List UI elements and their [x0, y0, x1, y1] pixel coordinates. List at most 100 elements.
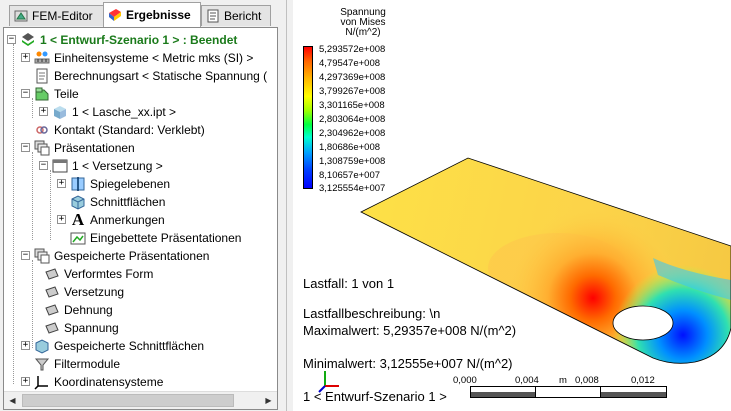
tree-item-sections[interactable]: Schnittflächen — [70, 193, 165, 211]
window-icon — [52, 158, 68, 174]
tree-item-label: 1 < Lasche_xx.ipt > — [72, 105, 177, 119]
tree-item-embedded[interactable]: Eingebettete Präsentationen — [70, 229, 241, 247]
collapse-toggle[interactable]: − — [7, 35, 16, 44]
collapse-toggle[interactable]: − — [39, 161, 48, 170]
tree-item-label: Koordinatensysteme — [54, 375, 164, 389]
expand-toggle[interactable]: + — [39, 107, 48, 116]
tab-results[interactable]: Ergebnisse — [103, 2, 201, 27]
saved-sections-icon — [34, 338, 50, 354]
tree-item-label: Versetzung — [64, 285, 125, 299]
tree-item-label: Eingebettete Präsentationen — [90, 231, 242, 245]
tree-item-annotations[interactable]: + A Anmerkungen — [57, 210, 165, 229]
results-tree[interactable]: − 1 < Entwurf-Szenario 1 > : Beendet + E… — [3, 27, 278, 410]
contact-icon — [34, 122, 50, 138]
view-icon — [44, 302, 60, 318]
mirror-planes-icon — [70, 176, 86, 192]
part-cube-icon — [52, 104, 68, 120]
tree-item-label: Spannung — [64, 321, 119, 335]
graphics-viewport[interactable]: Spannung von Mises N/(m^2) 5,293572e+008… — [293, 0, 731, 411]
scenario-icon — [20, 32, 36, 48]
tree-item-label: Anmerkungen — [90, 213, 165, 227]
presentations-icon — [34, 140, 50, 156]
tab-bar: FEM-Editor Ergebnisse Bericht — [0, 0, 279, 28]
tree-item-part-file[interactable]: + 1 < Lasche_xx.ipt > — [39, 103, 177, 121]
stress-plot-model — [360, 157, 731, 364]
description-text: Lastfallbeschreibung: \n — [303, 306, 441, 321]
parts-icon — [34, 86, 50, 102]
scale-unit: m — [559, 375, 567, 386]
horizontal-scrollbar[interactable]: ◀ ▶ — [4, 391, 277, 409]
scale-tick: 0,000 — [453, 375, 477, 386]
tree-item-presentations[interactable]: − Präsentationen — [21, 139, 135, 157]
results-icon — [108, 8, 122, 22]
tree-item-units[interactable]: + Einheitensysteme < Metric mks (SI) > — [21, 49, 254, 67]
view-icon — [44, 284, 60, 300]
collapse-toggle[interactable]: − — [21, 89, 30, 98]
tree-item-label: Filtermodule — [54, 357, 121, 371]
scenario-caption: 1 < Entwurf-Szenario 1 > — [303, 389, 447, 404]
tree-item-presentation-1[interactable]: − 1 < Versetzung > — [39, 157, 163, 175]
text-annotation-icon: A — [71, 210, 85, 229]
tree-item-label: 1 < Versetzung > — [72, 159, 163, 173]
filter-icon — [34, 356, 50, 372]
loadcase-text: Lastfall: 1 von 1 — [303, 276, 395, 291]
panel-splitter[interactable] — [279, 0, 293, 411]
scale-tick: 0,012 — [631, 375, 655, 386]
expand-toggle[interactable]: + — [57, 215, 66, 224]
tab-fem-editor[interactable]: FEM-Editor — [9, 5, 105, 26]
tab-report[interactable]: Bericht — [201, 5, 271, 26]
tree-item-label: Kontakt (Standard: Verklebt) — [54, 123, 205, 137]
tab-label: Ergebnisse — [126, 8, 191, 22]
scroll-right-button[interactable]: ▶ — [261, 393, 276, 408]
tree-item-label: Dehnung — [64, 303, 113, 317]
scale-tick: 0,008 — [575, 375, 599, 386]
scroll-left-button[interactable]: ◀ — [5, 393, 20, 408]
tree-item-strain[interactable]: Dehnung — [44, 301, 113, 319]
view-icon — [44, 320, 60, 336]
embedded-presentation-icon — [70, 230, 86, 246]
tree-item-label: Präsentationen — [54, 141, 135, 155]
tree-item-coordinate-systems[interactable]: + Koordinatensysteme — [21, 373, 164, 391]
scale-tick: 0,004 — [515, 375, 539, 386]
saved-presentations-icon — [34, 248, 50, 264]
units-icon — [34, 50, 50, 66]
coordinate-system-icon — [34, 374, 50, 390]
tree-item-label: Verformtes Form — [64, 267, 154, 281]
tree-item-label: Einheitensysteme < Metric mks (SI) > — [54, 51, 254, 65]
tab-label: FEM-Editor — [32, 9, 93, 23]
view-icon — [44, 266, 60, 282]
tree-item-displacement[interactable]: Versetzung — [44, 283, 124, 301]
tree-item-parts[interactable]: − Teile — [21, 85, 79, 103]
collapse-toggle[interactable]: − — [21, 143, 30, 152]
tree-root-label: 1 < Entwurf-Szenario 1 > : Beendet — [40, 33, 238, 47]
tree-item-mirror-planes[interactable]: + Spiegelebenen — [57, 175, 171, 193]
scroll-thumb[interactable] — [22, 394, 234, 407]
report-icon — [206, 9, 220, 23]
tab-label: Bericht — [224, 9, 262, 23]
tree-item-deformed-shape[interactable]: Verformtes Form — [44, 265, 153, 283]
tree-item-stress[interactable]: Spannung — [44, 319, 119, 337]
expand-toggle[interactable]: + — [21, 53, 30, 62]
tree-item-label: Schnittflächen — [90, 195, 166, 209]
section-planes-icon — [70, 194, 86, 210]
left-panel: FEM-Editor Ergebnisse Bericht − 1 < Entw… — [0, 0, 279, 411]
tree-item-label: Spiegelebenen — [90, 177, 171, 191]
hole — [612, 305, 674, 341]
max-value-text: Maximalwert: 5,29357e+008 N/(m^2) — [303, 323, 517, 338]
tree-root[interactable]: − 1 < Entwurf-Szenario 1 > : Beendet — [7, 31, 238, 49]
collapse-toggle[interactable]: − — [21, 251, 30, 260]
tree-item-filter-modules[interactable]: Filtermodule — [34, 355, 120, 373]
fem-editor-icon — [14, 9, 28, 23]
tree-item-saved-presentations[interactable]: − Gespeicherte Präsentationen — [21, 247, 209, 265]
tree-item-contact[interactable]: Kontakt (Standard: Verklebt) — [34, 121, 205, 139]
expand-toggle[interactable]: + — [57, 179, 66, 188]
tree-item-label: Berechnungsart < Statische Spannung ( — [54, 69, 268, 83]
tree-item-label: Gespeicherte Schnittflächen — [54, 339, 205, 353]
scale-bar — [470, 386, 667, 398]
document-icon — [34, 68, 50, 84]
tree-item-analysis-type[interactable]: Berechnungsart < Statische Spannung ( — [34, 67, 267, 85]
tree-item-saved-sections[interactable]: + Gespeicherte Schnittflächen — [21, 337, 205, 355]
expand-toggle[interactable]: + — [21, 377, 30, 386]
expand-toggle[interactable]: + — [21, 341, 30, 350]
tree-item-label: Teile — [54, 87, 79, 101]
